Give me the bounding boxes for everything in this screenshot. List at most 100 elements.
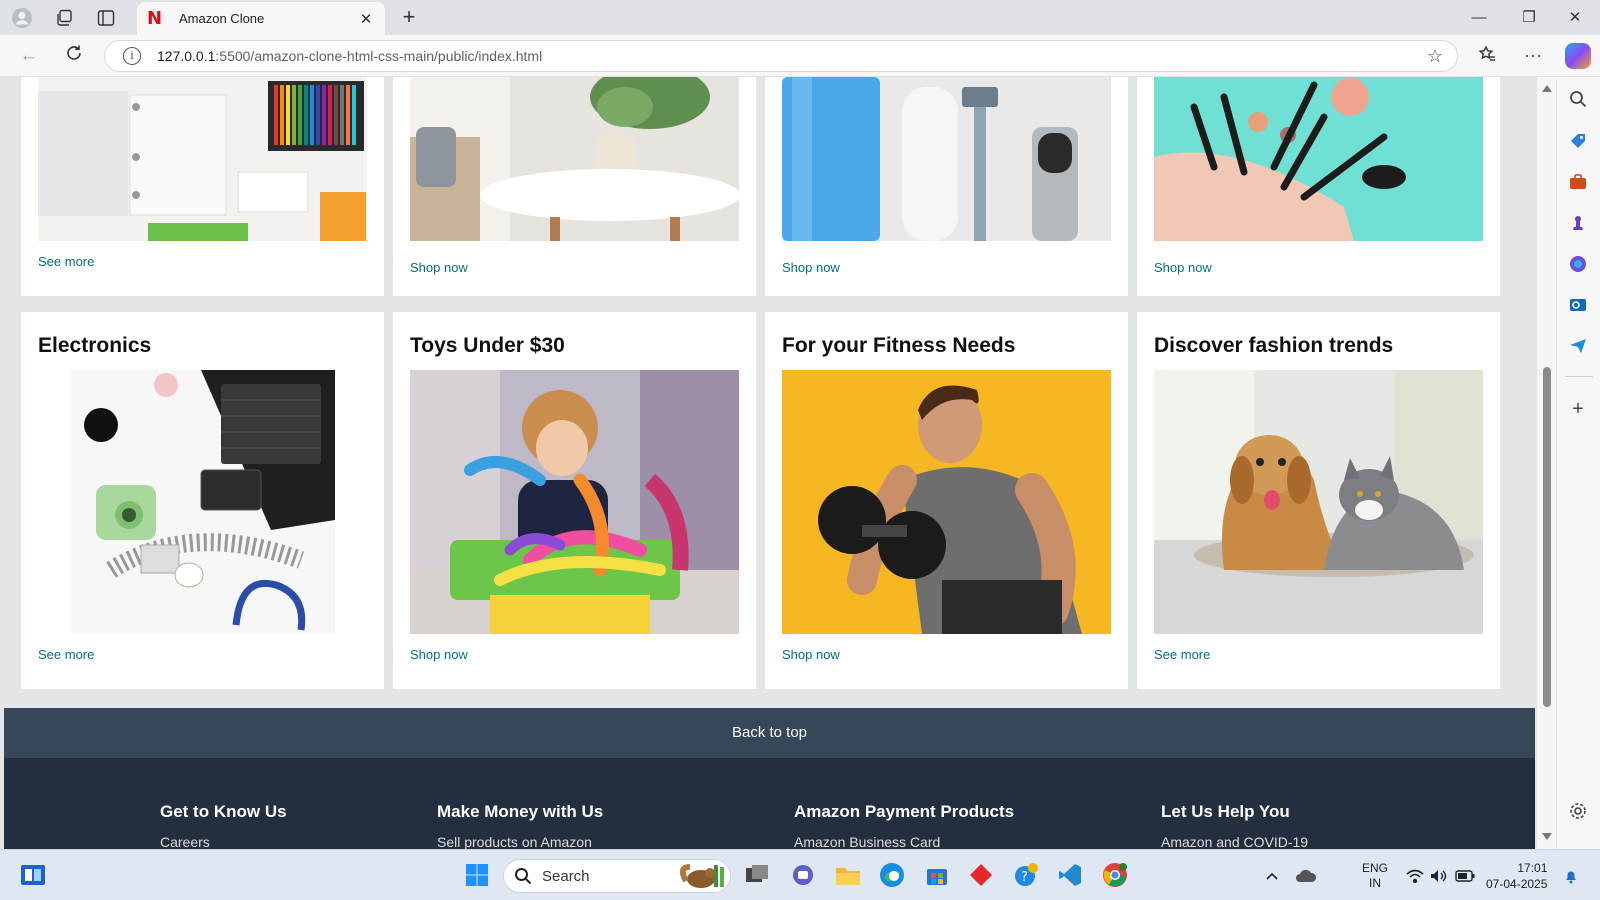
grooming-image [782,77,1111,241]
clock-time: 17:01 [1517,860,1548,875]
fitness-image [782,370,1111,634]
category-card-fitness: For your Fitness Needs Shop now [765,312,1128,689]
wifi-icon[interactable] [1406,850,1424,900]
games-chess-icon[interactable] [1566,211,1590,235]
footer-heading: Get to Know Us [160,802,287,821]
browser-tab-active[interactable]: N Amazon Clone ✕ [137,2,385,35]
battery-icon[interactable] [1455,850,1475,900]
address-bar-row: ← i 127.0.0.1:5500/amazon-clone-html-css… [0,35,1600,77]
settings-gear-icon[interactable] [1566,799,1590,823]
volume-icon[interactable] [1430,850,1448,900]
scrollbar-thumb[interactable] [1543,367,1551,707]
footer-column: Amazon Payment Products Amazon Business … [794,802,1014,849]
shopping-tag-icon[interactable] [1566,129,1590,153]
refresh-icon[interactable] [61,44,87,68]
card-title: For your Fitness Needs [782,334,1016,357]
category-card-top-2: Shop now [393,77,756,296]
see-more-link[interactable]: See more [38,647,94,662]
git-red-diamond-icon[interactable] [966,860,996,890]
url-field[interactable]: i 127.0.0.1:5500/amazon-clone-html-css-m… [104,40,1458,72]
start-windows-icon[interactable] [462,860,492,890]
show-hidden-icons-chevron-up-icon[interactable] [1265,850,1279,900]
site-info-icon[interactable]: i [123,47,141,65]
makeup-image [1154,77,1483,241]
restore-button[interactable]: ❐ [1506,6,1552,30]
shop-now-link[interactable]: Shop now [1154,260,1212,275]
scroll-down-arrow-icon[interactable] [1542,833,1552,840]
back-to-top-button[interactable]: Back to top [4,708,1535,758]
language-indicator[interactable]: ENG IN [1362,850,1388,900]
edge-browser-icon[interactable] [877,860,907,890]
stationery-image [38,77,367,241]
windows-taskbar: Search ? ENG IN 17:01 07-04-2025 [0,849,1600,900]
widgets-icon[interactable] [18,860,48,890]
home-decor-image [410,77,739,241]
minimize-button[interactable]: — [1456,6,1502,30]
card-title: Toys Under $30 [410,334,565,357]
get-help-icon[interactable]: ? [1011,860,1041,890]
file-explorer-icon[interactable] [833,860,863,890]
footer-column: Get to Know Us Careers [160,802,287,849]
shop-now-link[interactable]: Shop now [782,260,840,275]
vscode-icon[interactable] [1055,860,1085,890]
pets-image [1154,370,1483,634]
page-scrollbar[interactable] [1537,77,1556,849]
footer-heading: Let Us Help You [1161,802,1290,821]
add-icon[interactable]: + [1566,397,1590,421]
back-arrow-icon[interactable]: ← [16,44,42,68]
search-highlight-squirrel-icon [679,864,724,888]
taskbar-search-box[interactable]: Search [503,859,731,893]
footer-column: Make Money with Us Sell products on Amaz… [437,802,603,849]
netflix-favicon-icon: N [147,8,163,29]
language-code: ENG [1362,860,1389,875]
workspaces-icon[interactable] [52,6,76,30]
footer-column: Let Us Help You Amazon and COVID-19 [1161,802,1308,849]
shop-now-link[interactable]: Shop now [782,647,840,662]
edge-sidebar: + [1556,77,1600,849]
category-card-top-3: Shop now [765,77,1128,296]
profile-icon[interactable] [10,6,34,30]
url-host: 127.0.0.1 [157,48,216,64]
teams-chat-icon[interactable] [788,860,818,890]
notification-bell-icon[interactable] [1563,850,1579,900]
task-view-icon[interactable] [742,860,772,890]
svg-text:?: ? [1021,870,1028,885]
see-more-link[interactable]: See more [1154,647,1210,662]
footer-link[interactable]: Sell products on Amazon [437,834,603,849]
microsoft-store-icon[interactable] [922,860,952,890]
scroll-up-arrow-icon[interactable] [1542,85,1552,92]
search-icon [515,868,532,885]
footer-link[interactable]: Amazon and COVID-19 [1161,834,1308,849]
category-card-electronics: Electronics See more [21,312,384,689]
close-tab-icon[interactable]: ✕ [357,10,375,28]
footer-link[interactable]: Amazon Business Card [794,834,1014,849]
new-tab-button[interactable]: + [396,5,422,31]
chrome-icon[interactable] [1100,860,1130,890]
category-card-toys: Toys Under $30 Shop now [393,312,756,689]
more-options-icon[interactable]: ··· [1520,45,1546,66]
copilot-icon[interactable] [1565,43,1591,69]
footer-link[interactable]: Careers [160,834,287,849]
search-icon[interactable] [1566,87,1590,111]
send-icon[interactable] [1566,334,1590,358]
shop-now-link[interactable]: Shop now [410,260,468,275]
category-card-top-1: See more [21,77,384,296]
electronics-image [71,370,335,634]
shop-now-link[interactable]: Shop now [410,647,468,662]
outlook-icon[interactable] [1566,293,1590,317]
close-window-button[interactable]: ✕ [1552,6,1598,30]
onedrive-cloud-icon[interactable] [1295,850,1317,900]
footer-heading: Amazon Payment Products [794,802,1015,821]
toys-image [410,370,739,634]
footer-heading: Make Money with Us [437,802,604,821]
clock[interactable]: 17:01 07-04-2025 [1486,850,1547,900]
tab-title: Amazon Clone [179,11,265,26]
sidebar-divider [1565,376,1593,377]
see-more-link[interactable]: See more [38,254,94,269]
tab-actions-icon[interactable] [94,6,118,30]
microsoft-365-icon[interactable] [1566,252,1590,276]
favorite-star-icon[interactable]: ☆ [1427,46,1443,67]
tools-briefcase-icon[interactable] [1566,170,1590,194]
clock-date: 07-04-2025 [1486,876,1548,891]
favorites-icon[interactable] [1474,45,1500,68]
